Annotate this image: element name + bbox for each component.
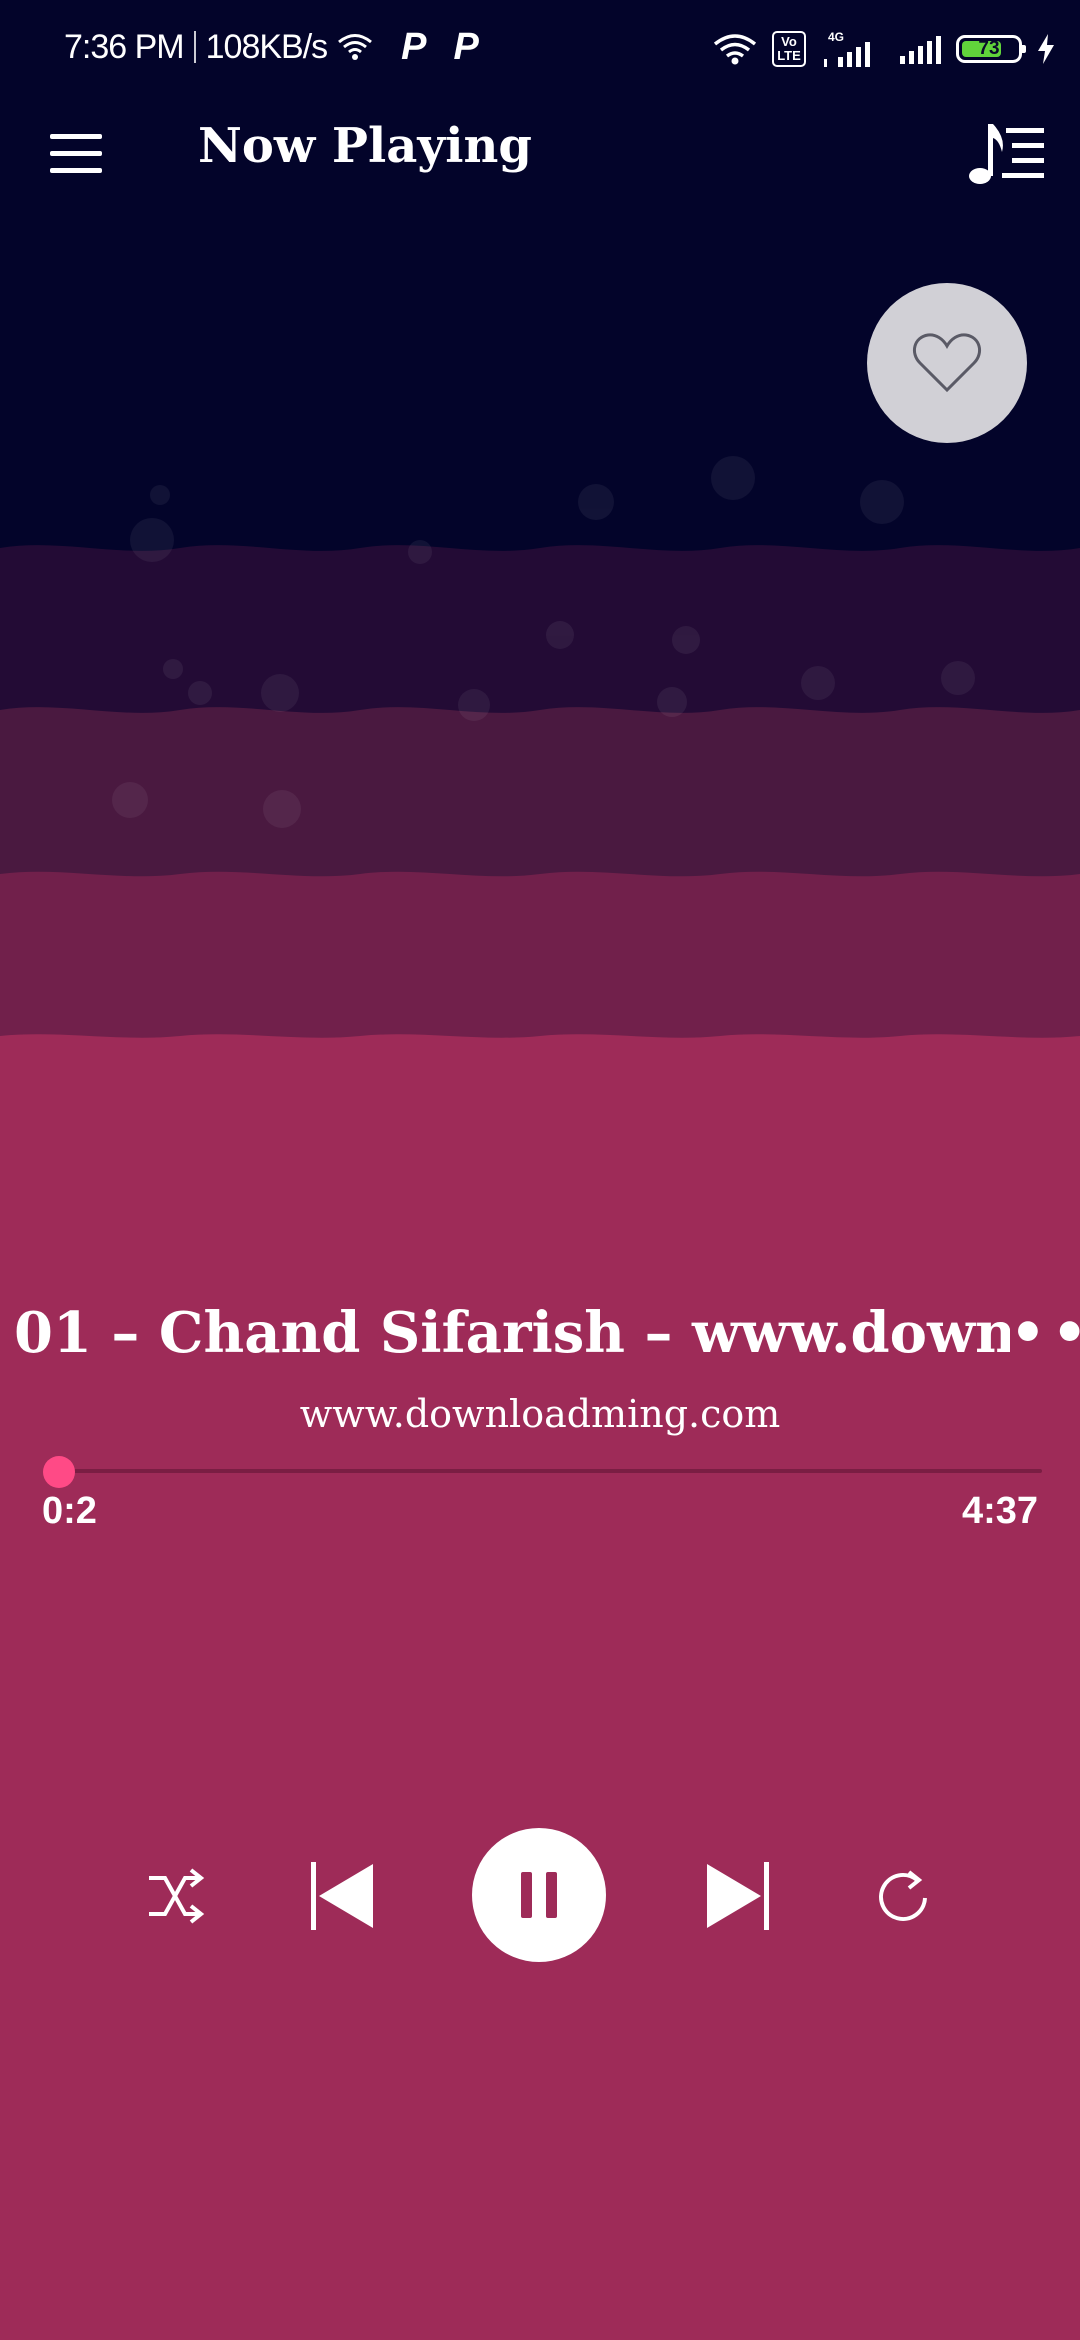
- music-queue-icon[interactable]: [966, 116, 1046, 192]
- seek-thumb[interactable]: [43, 1456, 75, 1488]
- shuffle-icon[interactable]: [140, 1864, 210, 1928]
- charging-icon: [1038, 34, 1054, 64]
- favorite-button[interactable]: [867, 283, 1027, 443]
- page-title: Now Playing: [198, 118, 532, 174]
- status-separator: [193, 31, 196, 63]
- status-right: Vo LTE 4G 73: [712, 26, 1056, 72]
- app-bar: Now Playing: [0, 104, 1080, 200]
- repeat-icon[interactable]: [868, 1864, 938, 1928]
- status-left: 7:36 PM 108KB/s P P: [64, 22, 479, 72]
- battery-tip: [1022, 45, 1026, 53]
- song-artist: www.downloadming.com: [299, 1392, 781, 1436]
- marquee-ellipsis: ••: [1010, 1300, 1080, 1370]
- seek-bar[interactable]: [38, 1456, 1042, 1488]
- seek-track: [52, 1469, 1042, 1473]
- parking-notification-icon: P: [453, 25, 479, 68]
- pause-icon: [521, 1872, 557, 1918]
- song-title: 01 – Chand Sifarish – www.downloadming.c…: [0, 1300, 1080, 1370]
- signal-icon: [900, 36, 941, 64]
- total-time: 4:37: [961, 1490, 1038, 1532]
- battery-icon: 73: [956, 35, 1026, 63]
- pause-button[interactable]: [472, 1828, 606, 1962]
- playback-controls: [0, 1828, 1080, 1964]
- volte-icon: Vo LTE: [772, 31, 806, 67]
- status-time: 7:36 PM: [64, 27, 185, 66]
- heart-outline-icon: [912, 333, 982, 393]
- skip-next-icon[interactable]: [702, 1860, 774, 1932]
- signal-4g-icon: 4G: [824, 30, 870, 67]
- skip-previous-icon[interactable]: [306, 1860, 378, 1932]
- battery-percent: 73: [978, 38, 1000, 59]
- song-title-text: 01 – Chand Sifarish – www.downloadming.c…: [14, 1300, 1080, 1366]
- hamburger-menu-icon[interactable]: [40, 124, 112, 184]
- status-bar: 7:36 PM 108KB/s P P Vo LTE 4G 73: [0, 0, 1080, 96]
- current-time: 0:2: [42, 1490, 97, 1532]
- wifi-icon: [338, 34, 373, 60]
- network-type-label: 4G: [828, 30, 844, 44]
- parking-notification-icon: P: [401, 25, 426, 68]
- wifi-icon: [713, 34, 757, 65]
- net-speed: 108KB/s: [205, 27, 329, 66]
